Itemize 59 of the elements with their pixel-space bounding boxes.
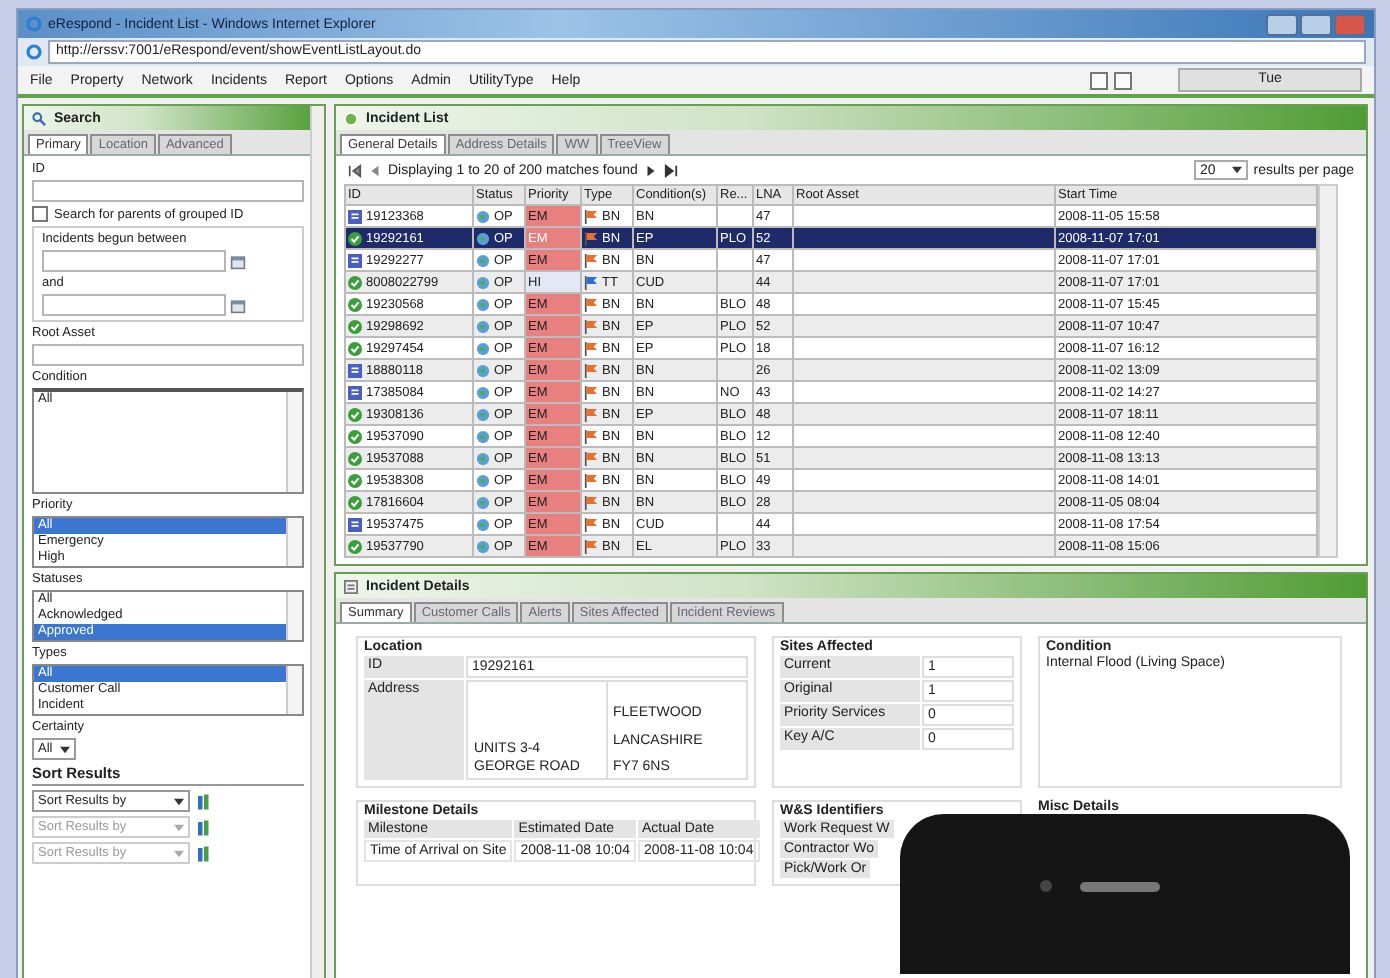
scrollbar[interactable] (286, 592, 302, 640)
globe-icon (476, 517, 490, 531)
page-icon (26, 44, 42, 60)
check-icon (348, 407, 362, 421)
scrollbar[interactable] (286, 666, 302, 714)
caret-icon[interactable] (1231, 166, 1242, 174)
minimize-button[interactable] (1266, 13, 1298, 35)
globe-icon (476, 319, 490, 333)
previous-page-icon[interactable] (368, 163, 382, 177)
document-icon (348, 517, 362, 531)
check-icon (348, 341, 362, 355)
scrollbar[interactable] (286, 392, 302, 492)
globe-icon (476, 209, 490, 223)
globe-icon (476, 341, 490, 355)
check-icon (348, 495, 362, 509)
calendar-icon[interactable] (230, 253, 246, 269)
calendar-icon[interactable] (230, 297, 246, 313)
root-asset-field[interactable] (32, 344, 304, 366)
globe-icon (476, 231, 490, 245)
scrollbar[interactable] (1318, 184, 1338, 558)
search-icon (32, 111, 46, 125)
globe-icon (476, 473, 490, 487)
globe-icon (476, 253, 490, 267)
check-icon (348, 451, 362, 465)
id-field[interactable] (32, 180, 304, 202)
globe-icon (476, 539, 490, 553)
browser-icon (26, 16, 42, 32)
globe-icon (476, 495, 490, 509)
check-icon (348, 319, 362, 333)
check-icon (348, 429, 362, 443)
globe-icon (476, 385, 490, 399)
globe-icon (476, 407, 490, 421)
check-icon (348, 539, 362, 553)
globe-icon (476, 275, 490, 289)
check-icon (348, 231, 362, 245)
check-icon (348, 297, 362, 311)
scrollbar[interactable] (286, 518, 302, 566)
document-icon (348, 385, 362, 399)
globe-icon (476, 297, 490, 311)
maximize-button[interactable] (1300, 13, 1332, 35)
caret-icon[interactable] (60, 745, 71, 753)
document-icon (348, 253, 362, 267)
check-icon (348, 275, 362, 289)
document-icon (348, 209, 362, 223)
date-field[interactable] (42, 250, 226, 272)
caret-icon[interactable] (174, 797, 184, 805)
next-page-icon[interactable] (643, 163, 658, 177)
details-icon (344, 579, 358, 593)
globe-icon (476, 363, 490, 377)
document-icon (348, 363, 362, 377)
date-field[interactable] (42, 294, 226, 316)
scrollbar[interactable] (310, 106, 324, 978)
checkbox[interactable] (32, 206, 48, 222)
globe-icon (476, 451, 490, 465)
globe-icon (476, 429, 490, 443)
list-icon (344, 111, 358, 125)
first-page-icon[interactable] (348, 163, 362, 177)
last-page-icon[interactable] (663, 163, 678, 177)
check-icon (348, 473, 362, 487)
